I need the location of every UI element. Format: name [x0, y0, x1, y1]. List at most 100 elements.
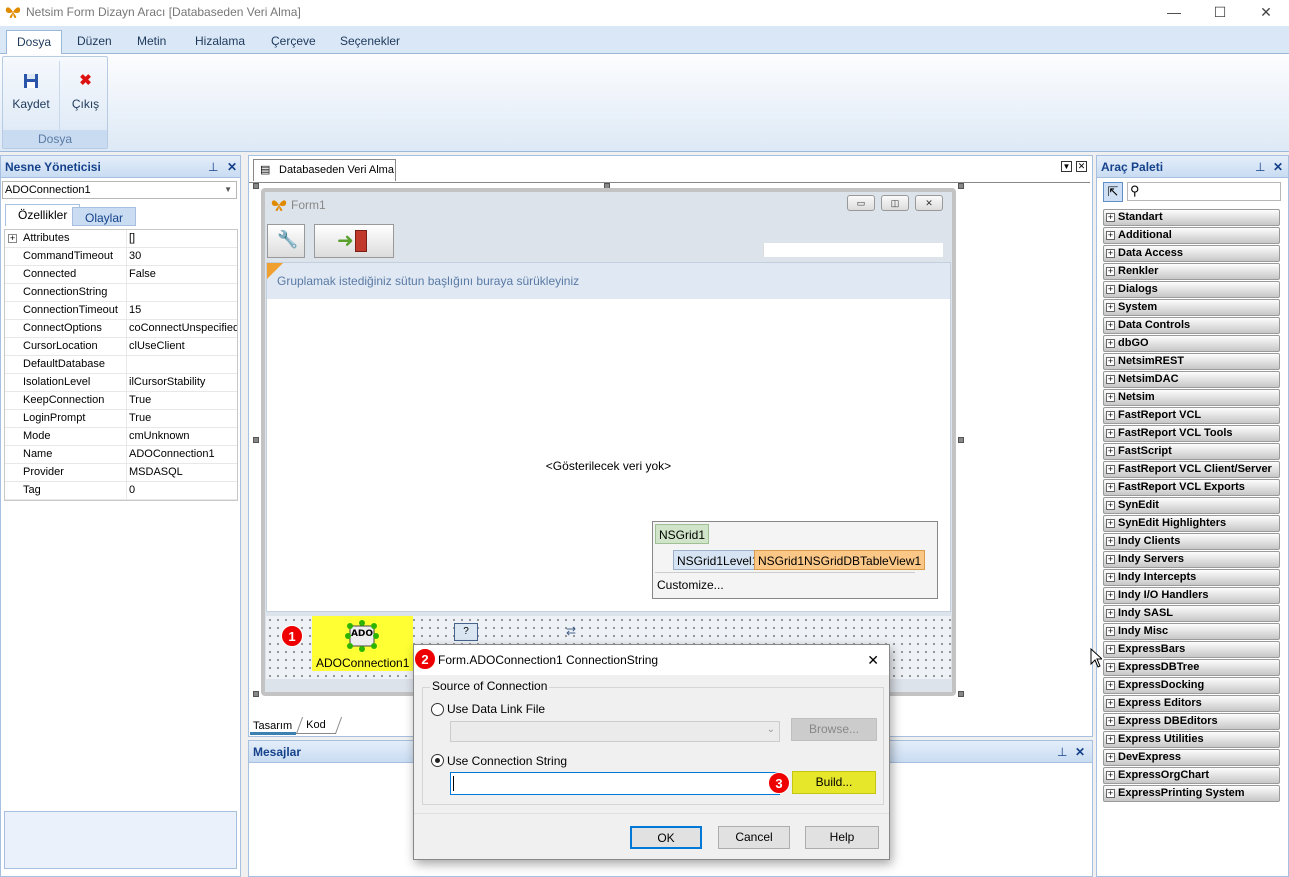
tab-code[interactable]: Kod	[295, 717, 343, 734]
dataset-component-icon[interactable]: ?	[454, 623, 478, 641]
tab-secenekler[interactable]: Seçenekler	[330, 30, 410, 54]
panel-close-icon[interactable]: ✕	[227, 156, 237, 178]
dialog-close-icon[interactable]: ✕	[867, 645, 879, 675]
form-window[interactable]: Form1 ▭ ◫ ✕ 🔧 ➜ Gruplamak istediğiniz sü…	[261, 188, 956, 696]
property-row[interactable]: Connected False	[5, 266, 237, 284]
tab-duzen[interactable]: Düzen	[67, 30, 122, 54]
panel-close-icon[interactable]: ✕	[1273, 156, 1283, 178]
palette-category[interactable]: + Indy Misc	[1103, 623, 1280, 640]
palette-category[interactable]: + Indy Servers	[1103, 551, 1280, 568]
palette-category[interactable]: + ExpressDocking	[1103, 677, 1280, 694]
property-row[interactable]: + Attributes []	[5, 230, 237, 248]
property-value[interactable]: 30	[127, 248, 237, 265]
palette-category[interactable]: + System	[1103, 299, 1280, 316]
tab-design[interactable]: Tasarım	[250, 718, 296, 735]
property-value[interactable]	[127, 284, 237, 301]
property-row[interactable]: ConnectionTimeout 15	[5, 302, 237, 320]
property-value[interactable]: 0	[127, 482, 237, 499]
tab-dosya[interactable]: Dosya	[6, 30, 63, 55]
palette-category[interactable]: + FastScript	[1103, 443, 1280, 460]
radio-connstring[interactable]	[431, 754, 444, 767]
form-restore-icon[interactable]: ◫	[881, 195, 909, 211]
property-value[interactable]: ADOConnection1	[127, 446, 237, 463]
tab-cerceve[interactable]: Çerçeve	[261, 30, 326, 54]
property-row[interactable]: CommandTimeout 30	[5, 248, 237, 266]
palette-category[interactable]: + Netsim	[1103, 389, 1280, 406]
radio-datalink-label[interactable]: Use Data Link File	[447, 702, 545, 716]
settings-tool-button[interactable]: 🔧	[267, 224, 305, 258]
group-by-panel[interactable]: Gruplamak istediğiniz sütun başlığını bu…	[267, 263, 950, 299]
property-row[interactable]: ConnectOptions coConnectUnspecified	[5, 320, 237, 338]
tab-metin[interactable]: Metin	[127, 30, 176, 54]
tab-properties[interactable]: Özellikler	[5, 204, 81, 226]
property-value[interactable]: ilCursorStability	[127, 374, 237, 391]
customize-link[interactable]: Customize...	[657, 578, 724, 592]
palette-category[interactable]: + FastReport VCL Exports	[1103, 479, 1280, 496]
palette-category[interactable]: + NetsimREST	[1103, 353, 1280, 370]
palette-category[interactable]: + ExpressDBTree	[1103, 659, 1280, 676]
property-value[interactable]: coConnectUnspecified	[127, 320, 237, 337]
datasource-component-icon[interactable]: ⇄	[566, 624, 590, 642]
tab-hizalama[interactable]: Hizalama	[185, 30, 255, 54]
palette-category[interactable]: + DevExpress	[1103, 749, 1280, 766]
palette-search-input[interactable]: ⚲	[1127, 182, 1281, 201]
property-row[interactable]: KeepConnection True	[5, 392, 237, 410]
tab-dropdown-icon[interactable]: ▼	[1061, 161, 1072, 172]
radio-connstring-label[interactable]: Use Connection String	[447, 754, 567, 768]
property-value[interactable]: clUseClient	[127, 338, 237, 355]
minimize-button[interactable]: —	[1151, 0, 1197, 26]
nsgrid-title[interactable]: NSGrid1	[655, 524, 710, 544]
palette-category[interactable]: + Data Controls	[1103, 317, 1280, 334]
property-row[interactable]: IsolationLevel ilCursorStability	[5, 374, 237, 392]
palette-category[interactable]: + Express Utilities	[1103, 731, 1280, 748]
save-button[interactable]: Kaydet	[5, 61, 57, 131]
ok-button[interactable]: OK	[630, 826, 702, 849]
property-row[interactable]: CursorLocation clUseClient	[5, 338, 237, 356]
radio-datalink[interactable]	[431, 703, 444, 716]
browse-button[interactable]: Browse...	[791, 718, 877, 741]
form-close-icon[interactable]: ✕	[915, 195, 943, 211]
palette-category[interactable]: + Additional	[1103, 227, 1280, 244]
palette-category[interactable]: + Indy Intercepts	[1103, 569, 1280, 586]
palette-category[interactable]: + FastReport VCL Tools	[1103, 425, 1280, 442]
tab-close-icon[interactable]: ✕	[1076, 161, 1087, 172]
resize-handle[interactable]	[958, 691, 964, 697]
property-value[interactable]: False	[127, 266, 237, 283]
palette-category[interactable]: + Indy SASL	[1103, 605, 1280, 622]
object-selector[interactable]: ADOConnection1 ▼	[2, 181, 237, 199]
resize-handle[interactable]	[253, 183, 259, 189]
document-tab[interactable]: ▤ Databaseden Veri Alma	[253, 159, 396, 181]
property-value[interactable]	[127, 356, 237, 373]
property-row[interactable]: Name ADOConnection1	[5, 446, 237, 464]
resize-handle[interactable]	[253, 691, 259, 697]
property-row[interactable]: DefaultDatabase	[5, 356, 237, 374]
property-row[interactable]: Provider MSDASQL	[5, 464, 237, 482]
palette-category[interactable]: + Indy I/O Handlers	[1103, 587, 1280, 604]
build-button[interactable]: Build...	[792, 771, 876, 794]
property-value[interactable]: 15	[127, 302, 237, 319]
nsgrid-level[interactable]: NSGrid1Level1	[673, 550, 763, 570]
ado-connection-component[interactable]: ADO ADOConnection1	[312, 616, 413, 671]
help-button[interactable]: Help	[805, 826, 879, 849]
palette-category[interactable]: + ExpressPrinting System	[1103, 785, 1280, 802]
expand-icon[interactable]: +	[8, 234, 17, 243]
form-minimize-icon[interactable]: ▭	[847, 195, 875, 211]
resize-handle[interactable]	[958, 183, 964, 189]
property-row[interactable]: ConnectionString	[5, 284, 237, 302]
nsgrid-view[interactable]: NSGrid1NSGridDBTableView1	[754, 550, 926, 570]
property-value[interactable]: cmUnknown	[127, 428, 237, 445]
cancel-button[interactable]: Cancel	[718, 826, 790, 849]
maximize-button[interactable]: ☐	[1197, 0, 1243, 26]
pin-icon[interactable]: ⊥	[208, 156, 218, 178]
palette-category[interactable]: + Dialogs	[1103, 281, 1280, 298]
tab-events[interactable]: Olaylar	[72, 207, 137, 226]
palette-category[interactable]: + Express DBEditors	[1103, 713, 1280, 730]
palette-category[interactable]: + Express Editors	[1103, 695, 1280, 712]
resize-handle[interactable]	[253, 437, 259, 443]
palette-category[interactable]: + Renkler	[1103, 263, 1280, 280]
exit-button[interactable]: ✖ Çıkış	[59, 61, 111, 131]
property-value[interactable]: []	[127, 230, 237, 247]
property-value[interactable]: True	[127, 392, 237, 409]
panel-close-icon[interactable]: ✕	[1075, 741, 1085, 763]
property-value[interactable]: MSDASQL	[127, 464, 237, 481]
